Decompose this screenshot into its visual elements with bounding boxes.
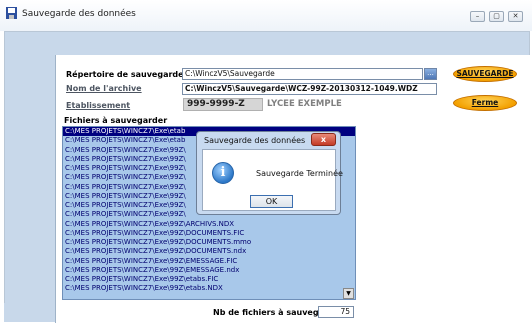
title-bar[interactable]: Sauvegarde des données – ▢ ✕ xyxy=(0,0,532,31)
file-list-item[interactable]: C:\MES PROJETS\WINCZ7\Exe\99Z\etabs.FIC xyxy=(63,275,355,284)
etablissement-code: 999-9999-Z xyxy=(183,98,263,111)
file-list-item[interactable]: C:\MES PROJETS\WINCZ7\Exe\99Z\DOCUMENTS.… xyxy=(63,238,355,247)
file-list-item[interactable]: C:\MES PROJETS\WINCZ7\Exe\99Z\EMESSAGE.F… xyxy=(63,257,355,266)
etablissement-label: Etablissement xyxy=(66,101,131,110)
dialog-body: i Sauvegarde Terminée OK xyxy=(202,149,343,211)
file-list-item[interactable]: C:\MES PROJETS\WINCZ7\Exe\99Z\DOCUMENTS.… xyxy=(63,229,355,238)
count-field: 75 xyxy=(318,306,354,318)
file-list-item[interactable]: C:\MES PROJETS\WINCZ7\Exe\99Z\etabs.NDX xyxy=(63,284,355,293)
close-window-button[interactable]: ✕ xyxy=(508,11,523,22)
save-app-icon xyxy=(6,7,17,19)
main-window: Sauvegarde des données – ▢ ✕ Répertoire … xyxy=(0,0,532,325)
info-icon: i xyxy=(212,162,234,184)
message-dialog: Sauvegarde des données x i Sauvegarde Te… xyxy=(196,131,343,215)
fermer-button[interactable]: Ferme xyxy=(453,95,517,111)
dialog-close-button[interactable]: x xyxy=(311,133,336,146)
sauvegarde-button[interactable]: SAUVEGARDE xyxy=(453,66,517,82)
frame-bottom-strip xyxy=(4,303,55,322)
maximize-button[interactable]: ▢ xyxy=(489,11,504,22)
file-list-item[interactable]: C:\MES PROJETS\WINCZ7\Exe\99Z\DOCUMENTS.… xyxy=(63,247,355,256)
browse-button[interactable]: ... xyxy=(424,68,437,80)
dialog-title: Sauvegarde des données xyxy=(204,136,306,145)
minimize-button[interactable]: – xyxy=(470,11,485,22)
archive-label: Nom de l'archive xyxy=(66,84,142,93)
scroll-down-arrow-icon[interactable]: ▼ xyxy=(343,288,354,299)
file-list-item[interactable]: C:\MES PROJETS\WINCZ7\Exe\99Z\EMESSAGE.n… xyxy=(63,266,355,275)
ok-button[interactable]: OK xyxy=(250,195,293,208)
file-list-item[interactable]: C:\MES PROJETS\WINCZ7\Exe\99Z\ARCHIVS.ND… xyxy=(63,220,355,229)
window-title: Sauvegarde des données xyxy=(22,9,136,19)
repertoire-label: Répertoire de sauvegarde xyxy=(66,70,184,79)
count-label: Nb de fichiers à sauvegar xyxy=(213,308,328,317)
archive-field[interactable]: C:\WinczV5\Sauvegarde\WCZ-99Z-20130312-1… xyxy=(182,83,437,95)
dialog-message: Sauvegarde Terminée xyxy=(256,169,343,178)
fichiers-label: Fichiers à sauvegarder xyxy=(64,116,168,125)
repertoire-field[interactable]: C:\WinczV5\Sauvegarde xyxy=(182,68,423,80)
etablissement-name: LYCEE EXEMPLE xyxy=(267,99,342,109)
